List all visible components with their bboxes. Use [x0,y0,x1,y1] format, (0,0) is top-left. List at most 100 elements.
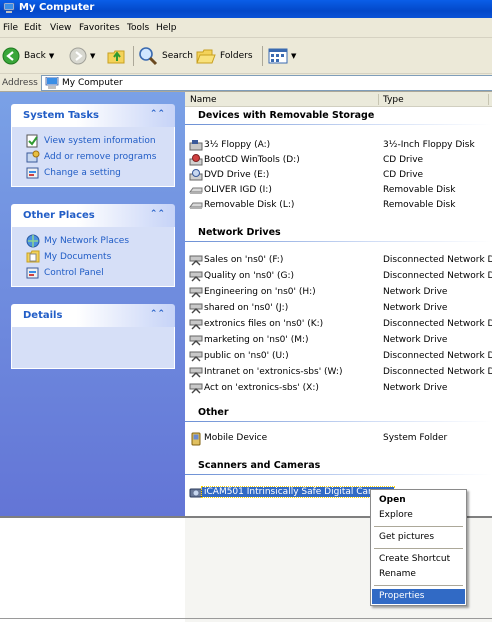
place-my-network-places[interactable]: My Network Places [12,233,174,249]
list-item[interactable]: Removable Disk (L:) Removable Disk [185,198,492,213]
menu-item-create-shortcut[interactable]: Create Shortcut [372,552,465,567]
views-icon [268,48,288,64]
item-type: Removable Disk [383,200,456,210]
folders-button[interactable]: Folders [196,46,253,66]
item-name: iCAM501 Intrinsically Safe Digital Camer… [201,486,395,498]
item-type: CD Drive [383,155,424,165]
list-item[interactable]: shared on 'ns0' (J:) Network Drive [185,301,492,316]
menu-help[interactable]: Help [156,23,177,33]
menu-item-rename[interactable]: Rename [372,567,465,582]
item-type: System Folder [383,433,448,443]
list-item[interactable]: marketing on 'ns0' (M:) Network Drive [185,333,492,348]
collapse-chevron-icon[interactable]: ⌃⌃ [150,309,165,319]
collapse-chevron-icon[interactable]: ⌃⌃ [150,109,165,119]
task-change-a-setting[interactable]: Change a setting [12,165,174,181]
back-button[interactable]: Back ▼ [2,46,54,66]
status-divider [0,618,492,619]
group-removable-storage: Devices with Removable Storage [185,109,492,125]
column-type[interactable]: Type [383,95,404,105]
forward-button[interactable]: ▼ [69,46,95,66]
list-item[interactable]: BootCD WinTools (D:) CD Drive [185,153,492,168]
other-places-title: Other Places [23,210,95,221]
menu-edit[interactable]: Edit [24,23,41,33]
chevron-down-icon[interactable]: ▼ [49,52,54,60]
system-tasks-title: System Tasks [23,110,99,121]
list-item[interactable]: Sales on 'ns0' (F:) Disconnected Network… [185,253,492,268]
system-tasks-header[interactable]: System Tasks ⌃⌃ [11,104,175,127]
menu-favorites[interactable]: Favorites [79,23,120,33]
collapse-chevron-icon[interactable]: ⌃⌃ [150,209,165,219]
task-view-system-information[interactable]: View system information [12,133,174,149]
menu-view[interactable]: View [50,23,71,33]
list-item[interactable]: DVD Drive (E:) CD Drive [185,168,492,183]
list-item[interactable]: extronics files on 'ns0' (K:) Disconnect… [185,317,492,332]
window-title: My Computer [19,2,95,13]
item-type: Disconnected Network Drive [383,367,492,377]
system-tasks-panel: System Tasks ⌃⌃ View system information … [11,104,175,187]
list-item[interactable]: 3½ Floppy (A:) 3½-Inch Floppy Disk [185,138,492,153]
column-header: Name Type [185,92,492,107]
other-places-body: My Network Places My Documents Control P… [11,227,175,287]
network-drive-icon [189,383,203,394]
task-label: View system information [44,136,156,146]
list-item[interactable]: Engineering on 'ns0' (H:) Network Drive [185,285,492,300]
views-button[interactable]: ▼ [268,46,296,66]
list-item[interactable]: OLIVER IGD (I:) Removable Disk [185,183,492,198]
menu-item-get-pictures[interactable]: Get pictures [372,530,465,545]
other-places-header[interactable]: Other Places ⌃⌃ [11,204,175,227]
menu-separator [374,585,463,586]
search-button[interactable]: Search [138,46,193,66]
item-name: BootCD WinTools (D:) [204,155,300,165]
removable-disk-icon [189,202,203,209]
details-title: Details [23,310,63,321]
list-item[interactable]: public on 'ns0' (U:) Disconnected Networ… [185,349,492,364]
column-name[interactable]: Name [190,95,217,105]
list-item[interactable]: Intranet on 'extronics-sbs' (W:) Disconn… [185,365,492,380]
my-computer-icon [45,77,59,89]
place-control-panel[interactable]: Control Panel [12,265,174,281]
title-bar[interactable]: My Computer [0,0,492,18]
list-item[interactable]: Quality on 'ns0' (G:) Disconnected Netwo… [185,269,492,284]
place-label: Control Panel [44,268,104,278]
list-item[interactable]: Act on 'extronics-sbs' (X:) Network Driv… [185,381,492,396]
network-drive-icon [189,319,203,330]
item-name: extronics files on 'ns0' (K:) [204,319,324,329]
menu-item-explore[interactable]: Explore [372,508,465,523]
chevron-down-icon[interactable]: ▼ [90,52,95,60]
menu-item-properties[interactable]: Properties [372,589,465,604]
item-type: Disconnected Network Drive [383,351,492,361]
place-my-documents[interactable]: My Documents [12,249,174,265]
network-drive-icon [189,303,203,314]
list-item[interactable]: Mobile Device System Folder [185,431,492,446]
group-header: Network Drives [185,226,492,242]
item-name: Mobile Device [204,433,268,443]
column-resize-handle[interactable] [378,94,379,105]
details-body [11,327,175,369]
up-folder-button[interactable] [107,46,127,66]
item-type: Disconnected Network Drive [383,319,492,329]
chevron-down-icon[interactable]: ▼ [291,52,296,60]
item-name: public on 'ns0' (U:) [204,351,289,361]
column-resize-handle[interactable] [488,94,489,105]
toolbar-separator [133,46,134,66]
folders-label: Folders [220,51,253,61]
details-header[interactable]: Details ⌃⌃ [11,304,175,327]
toolbar-separator [262,46,263,66]
menu-bar: File Edit View Favorites Tools Help [0,18,492,38]
removable-disk-icon [189,187,203,194]
item-name: shared on 'ns0' (J:) [204,303,289,313]
toolbar: Back ▼ ▼ Search Folders ▼ [0,38,492,74]
menu-separator [374,548,463,549]
system-info-icon [26,134,38,148]
search-icon [139,47,158,66]
task-add-remove-programs[interactable]: Add or remove programs [12,149,174,165]
network-drive-icon [189,271,203,282]
menu-item-open[interactable]: Open [372,493,465,508]
item-type: Network Drive [383,287,448,297]
address-input[interactable]: My Computer [41,75,492,91]
file-list: Name Type Devices with Removable Storage… [185,92,492,516]
menu-tools[interactable]: Tools [127,23,149,33]
place-label: My Documents [44,252,112,262]
item-type: Network Drive [383,303,448,313]
menu-file[interactable]: File [3,23,18,33]
